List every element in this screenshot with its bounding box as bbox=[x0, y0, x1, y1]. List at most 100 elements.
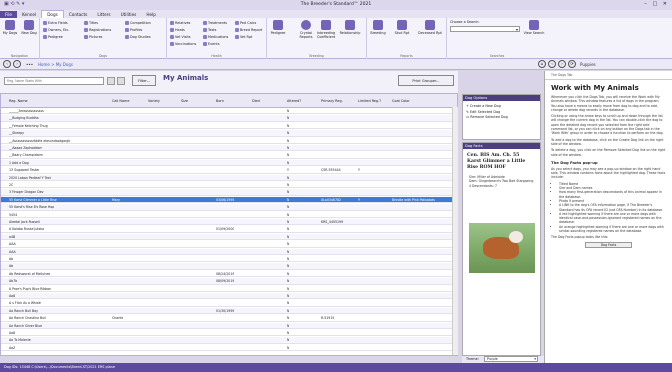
breadcrumb[interactable]: Home > My Dogs bbox=[38, 62, 73, 67]
table-row[interactable]: AAA N bbox=[1, 248, 457, 255]
table-row[interactable]: ______Amssssssssssss N bbox=[1, 108, 457, 115]
tests-button[interactable]: Tests bbox=[203, 28, 216, 32]
pedigree-button[interactable]: Pedigree bbox=[269, 18, 287, 35]
help-home-icon[interactable]: ⌂ bbox=[538, 60, 546, 68]
table-row[interactable]: __Budging Buddha N bbox=[1, 115, 457, 122]
table-row[interactable]: Ab Redsworst of Meliuhee 08/24/2019 N bbox=[1, 271, 457, 278]
table-row[interactable]: AaZ N bbox=[1, 345, 457, 352]
table-cell: AAA bbox=[9, 249, 16, 254]
print-grouper-button[interactable]: Print Grouper... bbox=[398, 75, 454, 86]
breed-report-button[interactable]: Breed Report bbox=[235, 28, 262, 32]
table-row[interactable]: Ab N bbox=[1, 263, 457, 270]
owners-etc--button[interactable]: Owners, Etc. bbox=[43, 28, 69, 32]
pedigree-button[interactable]: Pedigree bbox=[43, 35, 63, 39]
relatives-button[interactable]: Relatives bbox=[170, 21, 190, 25]
relationship-button[interactable]: Relationship bbox=[337, 18, 363, 35]
filter-grid-icon[interactable] bbox=[107, 77, 115, 85]
table-cell: Aa Ranch Silver Blue bbox=[9, 323, 43, 328]
menu-dogs[interactable]: Dogs bbox=[41, 10, 64, 18]
inbreeding-icon bbox=[321, 20, 331, 30]
remove-dog-link[interactable]: ▭ Remove Selected Dog bbox=[466, 115, 537, 121]
profiles-button[interactable]: Profiles bbox=[125, 28, 142, 32]
table-row[interactable]: __Asssssssssssrtddfa elasundssdgorgk N bbox=[1, 138, 457, 144]
competition-button[interactable]: Competition bbox=[125, 21, 151, 25]
medications-button[interactable]: Medications bbox=[203, 35, 228, 39]
reg-name-search-input[interactable] bbox=[4, 77, 104, 85]
clear-search-icon[interactable] bbox=[117, 77, 125, 85]
column-header[interactable]: Reg. Name bbox=[9, 99, 28, 103]
table-row[interactable]: 2C N bbox=[1, 182, 457, 189]
table-row[interactable]: 5454 N bbox=[1, 212, 457, 218]
table-row[interactable]: __Aaaaa Zaphoddom N bbox=[1, 145, 457, 152]
column-header[interactable]: Limited Reg.? bbox=[358, 99, 381, 103]
table-row[interactable]: 2020 Laban Pedleaf Y Test N bbox=[1, 174, 457, 181]
help-topic-label[interactable]: Puppies bbox=[580, 62, 596, 67]
table-row[interactable]: Aa Ranch Silver Blue N bbox=[1, 322, 457, 329]
new-dog-button[interactable]: New Dog bbox=[20, 18, 38, 35]
help-back-icon[interactable]: ‹ bbox=[548, 60, 556, 68]
table-row[interactable]: Aa Ranch Chastina Buil Charlie N R-51919 bbox=[1, 315, 457, 322]
filter-button[interactable]: Filter... bbox=[132, 75, 156, 86]
heats-button[interactable]: Heats bbox=[170, 28, 185, 32]
table-row[interactable]: 55 Karst's Rise 8's Rose Hop N bbox=[1, 204, 457, 211]
inbreeding-button[interactable]: Inbreeding Coefficient bbox=[317, 18, 335, 39]
column-header[interactable]: Altered? bbox=[287, 99, 301, 103]
deceased-report-button[interactable]: Deceased Rpt bbox=[417, 18, 443, 35]
table-row[interactable]: __Baary Champidaim N bbox=[1, 152, 457, 159]
dog-facts-help-button[interactable]: Dog Facts bbox=[585, 241, 632, 248]
heats-icon bbox=[170, 28, 174, 32]
table-row[interactable]: 1 Add a Dog N bbox=[1, 159, 457, 167]
vet-visits-button[interactable]: Vet Visits bbox=[170, 35, 191, 39]
vaccinations-button[interactable]: Vaccinations bbox=[170, 42, 196, 46]
help-refresh-icon[interactable]: ⟳ bbox=[568, 60, 576, 68]
titles-button[interactable]: Titles bbox=[84, 21, 98, 25]
column-header[interactable]: Variety bbox=[148, 99, 160, 103]
grid-scrollbar[interactable] bbox=[452, 107, 458, 355]
table-row[interactable]: Aa Ranch Bull Boy 01/30/1999 N bbox=[1, 307, 457, 315]
theme-select[interactable]: Purple ▾ bbox=[484, 356, 538, 362]
table-row[interactable]: Aa8 N bbox=[1, 330, 457, 337]
table-row[interactable]: AAA N bbox=[1, 241, 457, 248]
table-row[interactable]: Aa8 N bbox=[1, 293, 457, 300]
breeding-report-button[interactable]: Breeding bbox=[369, 18, 387, 35]
theme-label: Theme: bbox=[466, 357, 479, 361]
ped-calcs-button[interactable]: Ped Calcs bbox=[235, 21, 256, 25]
table-row[interactable]: A Proe's Pup's Blue Ribbon N bbox=[1, 286, 457, 292]
table-row[interactable]: 55 Karst Glimmer a Little Rise Mary 03/06/… bbox=[1, 196, 457, 204]
extra-fields-button[interactable]: Extra Fields bbox=[43, 21, 68, 25]
column-header[interactable]: Born bbox=[216, 99, 224, 103]
registrations-button[interactable]: Registrations bbox=[84, 28, 111, 32]
column-header[interactable]: Coat Color bbox=[392, 99, 410, 103]
treatments-button[interactable]: Treatments bbox=[203, 21, 227, 25]
crystal-reports-button[interactable]: Crystal Reports bbox=[297, 18, 315, 39]
table-row[interactable]: Aleetal Jack Russell N KRS_4455199 bbox=[1, 219, 457, 226]
dog-studies-button[interactable]: Dog Studies bbox=[125, 35, 151, 39]
column-header[interactable]: Call Name bbox=[112, 99, 129, 103]
my-dogs-button[interactable]: My Dogs bbox=[1, 18, 19, 35]
column-header[interactable]: Size bbox=[181, 99, 188, 103]
table-row[interactable]: Aa Ts Malenie N bbox=[1, 337, 457, 344]
table-row[interactable]: __Female Ketching Thug N bbox=[1, 123, 457, 130]
table-row[interactable]: Ab N bbox=[1, 256, 457, 263]
table-row[interactable]: A Kolaba Ruska Jutska 01/09/2000 N bbox=[1, 226, 457, 233]
table-row[interactable]: Ab7b 08/09/2019 N bbox=[1, 278, 457, 285]
dog-studies-icon bbox=[125, 35, 129, 39]
stud-report-button[interactable]: Stud Rpt bbox=[393, 18, 411, 35]
pictures-button[interactable]: Pictures bbox=[84, 35, 102, 39]
column-header[interactable]: Primary Reg. bbox=[321, 99, 343, 103]
window-controls[interactable]: – □ ✕ bbox=[644, 1, 669, 7]
forward-icon[interactable]: › bbox=[13, 60, 21, 68]
more-icon[interactable]: ••• bbox=[26, 62, 33, 67]
choose-search-select[interactable]: ▾ bbox=[450, 26, 520, 32]
vet-rpt-button[interactable]: Vet Rpt bbox=[235, 35, 252, 39]
table-row[interactable]: 13 Sugapeel Tester Y CSR-555444 Y bbox=[1, 167, 457, 174]
table-row[interactable]: a4B N bbox=[1, 233, 457, 241]
back-icon[interactable]: ‹ bbox=[3, 60, 11, 68]
column-header[interactable]: Died bbox=[252, 99, 260, 103]
table-row[interactable]: __Sheepy N bbox=[1, 130, 457, 137]
help-forward-icon[interactable]: › bbox=[558, 60, 566, 68]
table-row[interactable]: A s Flick As a Whale N bbox=[1, 300, 457, 307]
view-search-button[interactable]: View Search bbox=[523, 18, 545, 35]
events-button[interactable]: Events bbox=[203, 42, 219, 46]
table-row[interactable]: 3 Finsger Dragon Dev N bbox=[1, 189, 457, 196]
